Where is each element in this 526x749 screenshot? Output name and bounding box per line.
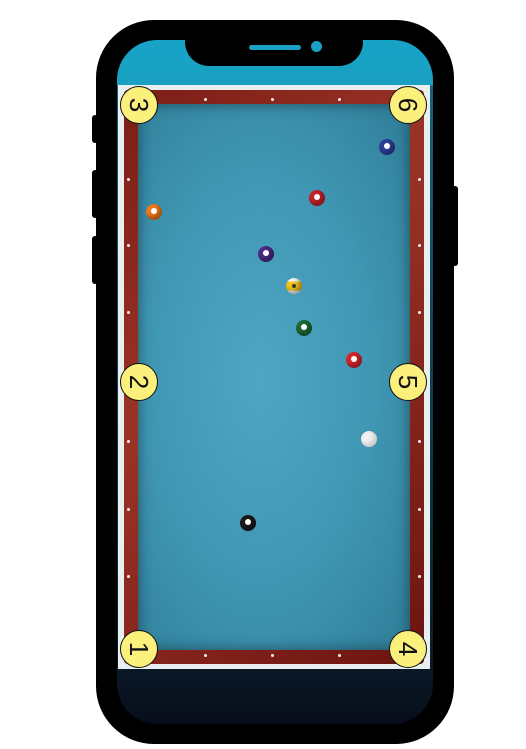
rail-diamond bbox=[127, 575, 130, 578]
green-ball[interactable] bbox=[296, 320, 312, 336]
rail-diamond bbox=[418, 508, 421, 511]
rail-diamond bbox=[418, 575, 421, 578]
pocket-5-label: 5 bbox=[393, 374, 423, 390]
red-ball-2[interactable] bbox=[346, 352, 362, 368]
camera-icon bbox=[311, 41, 322, 52]
pocket-3-label: 3 bbox=[124, 97, 154, 113]
rail-diamond bbox=[418, 178, 421, 181]
speaker-icon bbox=[249, 45, 301, 50]
pocket-2-label: 2 bbox=[124, 374, 154, 390]
eight-ball[interactable] bbox=[240, 515, 256, 531]
pocket-2-marker[interactable]: 2 bbox=[120, 363, 158, 401]
purple-ball[interactable] bbox=[258, 246, 274, 262]
red-ball[interactable] bbox=[309, 190, 325, 206]
cue-ball[interactable] bbox=[361, 431, 377, 447]
rail-diamond bbox=[418, 244, 421, 247]
rail-diamond bbox=[127, 244, 130, 247]
phone-notch bbox=[185, 20, 363, 66]
rail-diamond bbox=[418, 311, 421, 314]
rail-diamond bbox=[127, 440, 130, 443]
table-felt[interactable] bbox=[138, 104, 410, 650]
pocket-6-marker[interactable]: 6 bbox=[389, 86, 427, 124]
pocket-1-marker[interactable]: 1 bbox=[120, 630, 158, 668]
pocket-3-marker[interactable]: 3 bbox=[120, 86, 158, 124]
rail-diamond bbox=[204, 98, 207, 101]
rail-diamond bbox=[271, 654, 274, 657]
rail-diamond bbox=[127, 178, 130, 181]
pocket-5-marker[interactable]: 5 bbox=[389, 363, 427, 401]
pocket-4-marker[interactable]: 4 bbox=[389, 630, 427, 668]
blue-ball[interactable] bbox=[379, 139, 395, 155]
orange-ball[interactable] bbox=[146, 204, 162, 220]
rail-diamond bbox=[204, 654, 207, 657]
phone-volume-down bbox=[92, 236, 98, 284]
rail-diamond bbox=[338, 98, 341, 101]
rail-diamond bbox=[127, 311, 130, 314]
rail-diamond bbox=[418, 440, 421, 443]
pocket-4-label: 4 bbox=[393, 641, 423, 657]
pocket-1-label: 1 bbox=[124, 641, 154, 657]
phone-volume-up bbox=[92, 170, 98, 218]
yellow-striped-ball[interactable] bbox=[286, 278, 302, 294]
phone-side-button bbox=[92, 115, 98, 143]
phone-power-button bbox=[452, 186, 458, 266]
rail-diamond bbox=[271, 98, 274, 101]
rail-diamond bbox=[127, 508, 130, 511]
rail-diamond bbox=[338, 654, 341, 657]
pocket-6-label: 6 bbox=[393, 97, 423, 113]
